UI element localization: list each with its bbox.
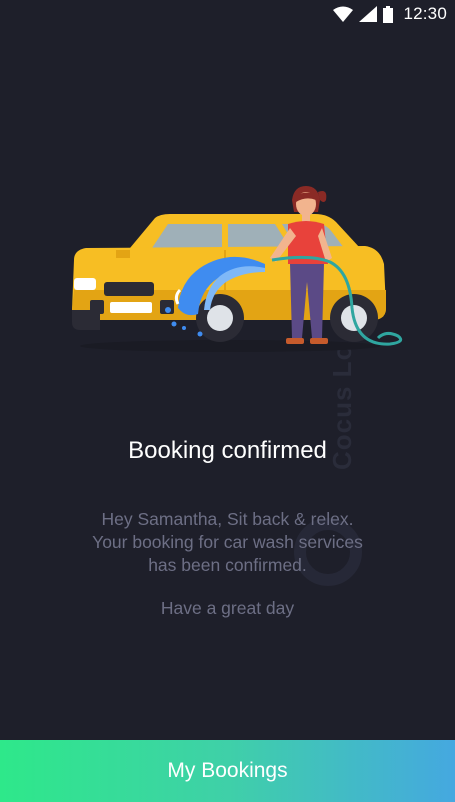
status-time: 12:30	[403, 4, 447, 23]
message-line: Hey Samantha, Sit back & relex.	[101, 509, 354, 529]
battery-icon	[383, 5, 394, 23]
cellular-signal-icon	[359, 6, 378, 22]
confirmation-message: Hey Samantha, Sit back & relex. Your boo…	[40, 508, 415, 577]
status-bar: 12:30	[0, 0, 455, 28]
page-title: Booking confirmed	[128, 437, 327, 464]
greeting-text: Have a great day	[160, 598, 295, 618]
my-bookings-button[interactable]: My Bookings	[0, 740, 455, 802]
my-bookings-button-label: My Bookings	[167, 759, 288, 782]
wifi-icon	[333, 6, 354, 22]
car-wash-illustration	[72, 186, 403, 352]
booking-confirmed-screen: 12:30 Cocus Lo Booking confirmed Hey Sam…	[0, 0, 455, 802]
message-line: has been confirmed.	[148, 555, 307, 575]
message-line: Your booking for car wash services	[92, 532, 363, 552]
